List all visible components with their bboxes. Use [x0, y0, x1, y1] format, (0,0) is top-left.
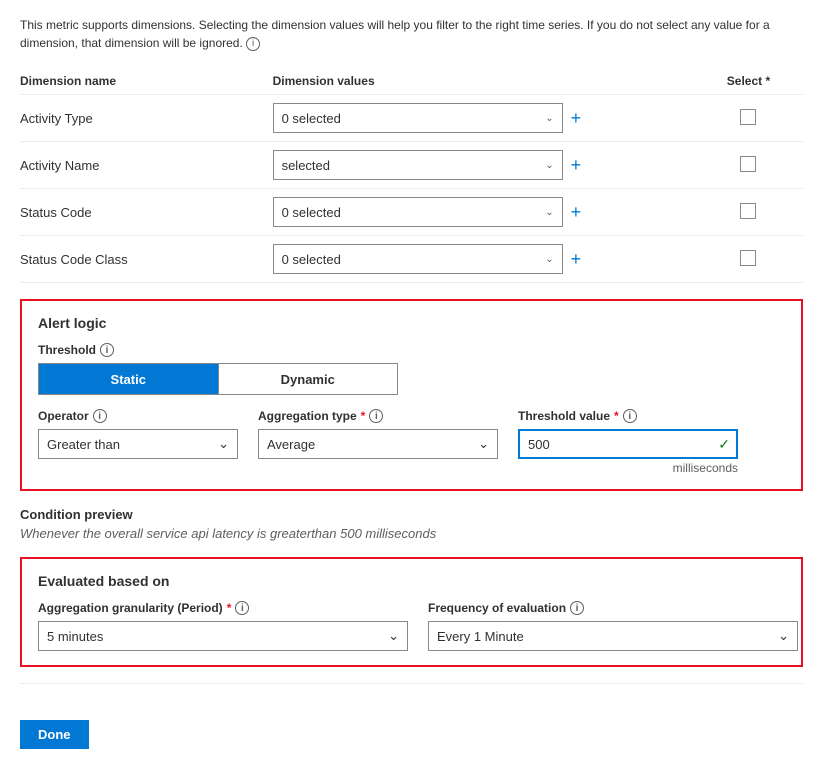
unit-text: milliseconds [518, 461, 738, 475]
threshold-value-label: Threshold value * i [518, 409, 738, 423]
threshold-value-info-icon: i [623, 409, 637, 423]
threshold-toggle-group: Static Dynamic [38, 363, 398, 395]
dim-values-activity-type: 0 selected ⌄ + [273, 95, 702, 142]
granularity-field-group: Aggregation granularity (Period) * i 5 m… [38, 601, 408, 651]
operator-label: Operator i [38, 409, 238, 423]
static-toggle-button[interactable]: Static [39, 364, 218, 394]
threshold-value-input[interactable] [520, 431, 712, 457]
check-icon: ✓ [712, 436, 736, 453]
aggregation-info-icon: i [369, 409, 383, 423]
operator-chevron-icon: ⌄ [218, 436, 229, 452]
aggregation-chevron-icon: ⌄ [478, 436, 489, 452]
threshold-info-icon: i [100, 343, 114, 357]
info-text: This metric supports dimensions. Selecti… [20, 18, 770, 50]
operator-info-icon: i [93, 409, 107, 423]
chevron-icon: ⌄ [545, 160, 553, 171]
dim-name-activity-name: Activity Name [20, 142, 273, 189]
condition-preview-title: Condition preview [20, 507, 803, 522]
aggregation-label: Aggregation type * i [258, 409, 498, 423]
frequency-dropdown[interactable]: Every 1 Minute ⌄ [428, 621, 798, 651]
threshold-input-wrapper: ✓ [518, 429, 738, 459]
plus-icon-activity-name[interactable]: + [571, 155, 582, 176]
table-row: Status Code 0 selected ⌄ + [20, 189, 803, 236]
required-star: * [361, 409, 366, 423]
granularity-chevron-icon: ⌄ [388, 628, 399, 644]
aggregation-field-group: Aggregation type * i Average ⌄ [258, 409, 498, 459]
evaluated-title: Evaluated based on [38, 573, 785, 589]
threshold-value-field-group: Threshold value * i ✓ milliseconds [518, 409, 738, 475]
checkbox-activity-type[interactable] [740, 109, 756, 125]
required-star: * [227, 601, 232, 615]
aggregation-dropdown[interactable]: Average ⌄ [258, 429, 498, 459]
threshold-label: Threshold i [38, 343, 785, 357]
frequency-label: Frequency of evaluation i [428, 601, 798, 615]
table-row: Status Code Class 0 selected ⌄ + [20, 236, 803, 283]
dim-dropdown-activity-type[interactable]: 0 selected ⌄ [273, 103, 563, 133]
plus-icon-status-code[interactable]: + [571, 202, 582, 223]
dim-values-status-code: 0 selected ⌄ + [273, 189, 702, 236]
granularity-dropdown[interactable]: 5 minutes ⌄ [38, 621, 408, 651]
dim-values-status-code-class: 0 selected ⌄ + [273, 236, 702, 283]
dim-name-activity-type: Activity Type [20, 95, 273, 142]
dim-dropdown-activity-name[interactable]: selected ⌄ [273, 150, 563, 180]
granularity-info-icon: i [235, 601, 249, 615]
chevron-icon: ⌄ [545, 207, 553, 218]
evaluated-based-on-section: Evaluated based on Aggregation granulari… [20, 557, 803, 667]
col-header-dimension-name: Dimension name [20, 68, 273, 95]
dim-dropdown-status-code[interactable]: 0 selected ⌄ [273, 197, 563, 227]
done-button[interactable]: Done [20, 720, 89, 749]
frequency-field-group: Frequency of evaluation i Every 1 Minute… [428, 601, 798, 651]
granularity-label: Aggregation granularity (Period) * i [38, 601, 408, 615]
table-row: Activity Name selected ⌄ + [20, 142, 803, 189]
chevron-icon: ⌄ [545, 113, 553, 124]
dim-values-activity-name: selected ⌄ + [273, 142, 702, 189]
plus-icon-status-code-class[interactable]: + [571, 249, 582, 270]
dim-name-status-code: Status Code [20, 189, 273, 236]
info-bar: This metric supports dimensions. Selecti… [20, 16, 803, 52]
dynamic-toggle-button[interactable]: Dynamic [218, 364, 398, 394]
alert-logic-title: Alert logic [38, 315, 785, 331]
divider [20, 683, 803, 684]
select-checkbox-activity-type [702, 95, 803, 142]
dim-name-status-code-class: Status Code Class [20, 236, 273, 283]
checkbox-status-code[interactable] [740, 203, 756, 219]
info-icon: i [246, 37, 260, 51]
eval-fields-row: Aggregation granularity (Period) * i 5 m… [38, 601, 785, 651]
dim-dropdown-status-code-class[interactable]: 0 selected ⌄ [273, 244, 563, 274]
frequency-info-icon: i [570, 601, 584, 615]
frequency-chevron-icon: ⌄ [778, 628, 789, 644]
col-header-select: Select * [702, 68, 803, 95]
required-star: * [614, 409, 619, 423]
chevron-icon: ⌄ [545, 254, 553, 265]
operator-field-group: Operator i Greater than ⌄ [38, 409, 238, 459]
table-row: Activity Type 0 selected ⌄ + [20, 95, 803, 142]
alert-fields-row: Operator i Greater than ⌄ Aggregation ty… [38, 409, 785, 475]
condition-preview-section: Condition preview Whenever the overall s… [20, 507, 803, 541]
alert-logic-section: Alert logic Threshold i Static Dynamic O… [20, 299, 803, 491]
checkbox-activity-name[interactable] [740, 156, 756, 172]
checkbox-status-code-class[interactable] [740, 250, 756, 266]
condition-preview-text: Whenever the overall service api latency… [20, 526, 803, 541]
plus-icon-activity-type[interactable]: + [571, 108, 582, 129]
operator-dropdown[interactable]: Greater than ⌄ [38, 429, 238, 459]
col-header-dimension-values: Dimension values [273, 68, 702, 95]
